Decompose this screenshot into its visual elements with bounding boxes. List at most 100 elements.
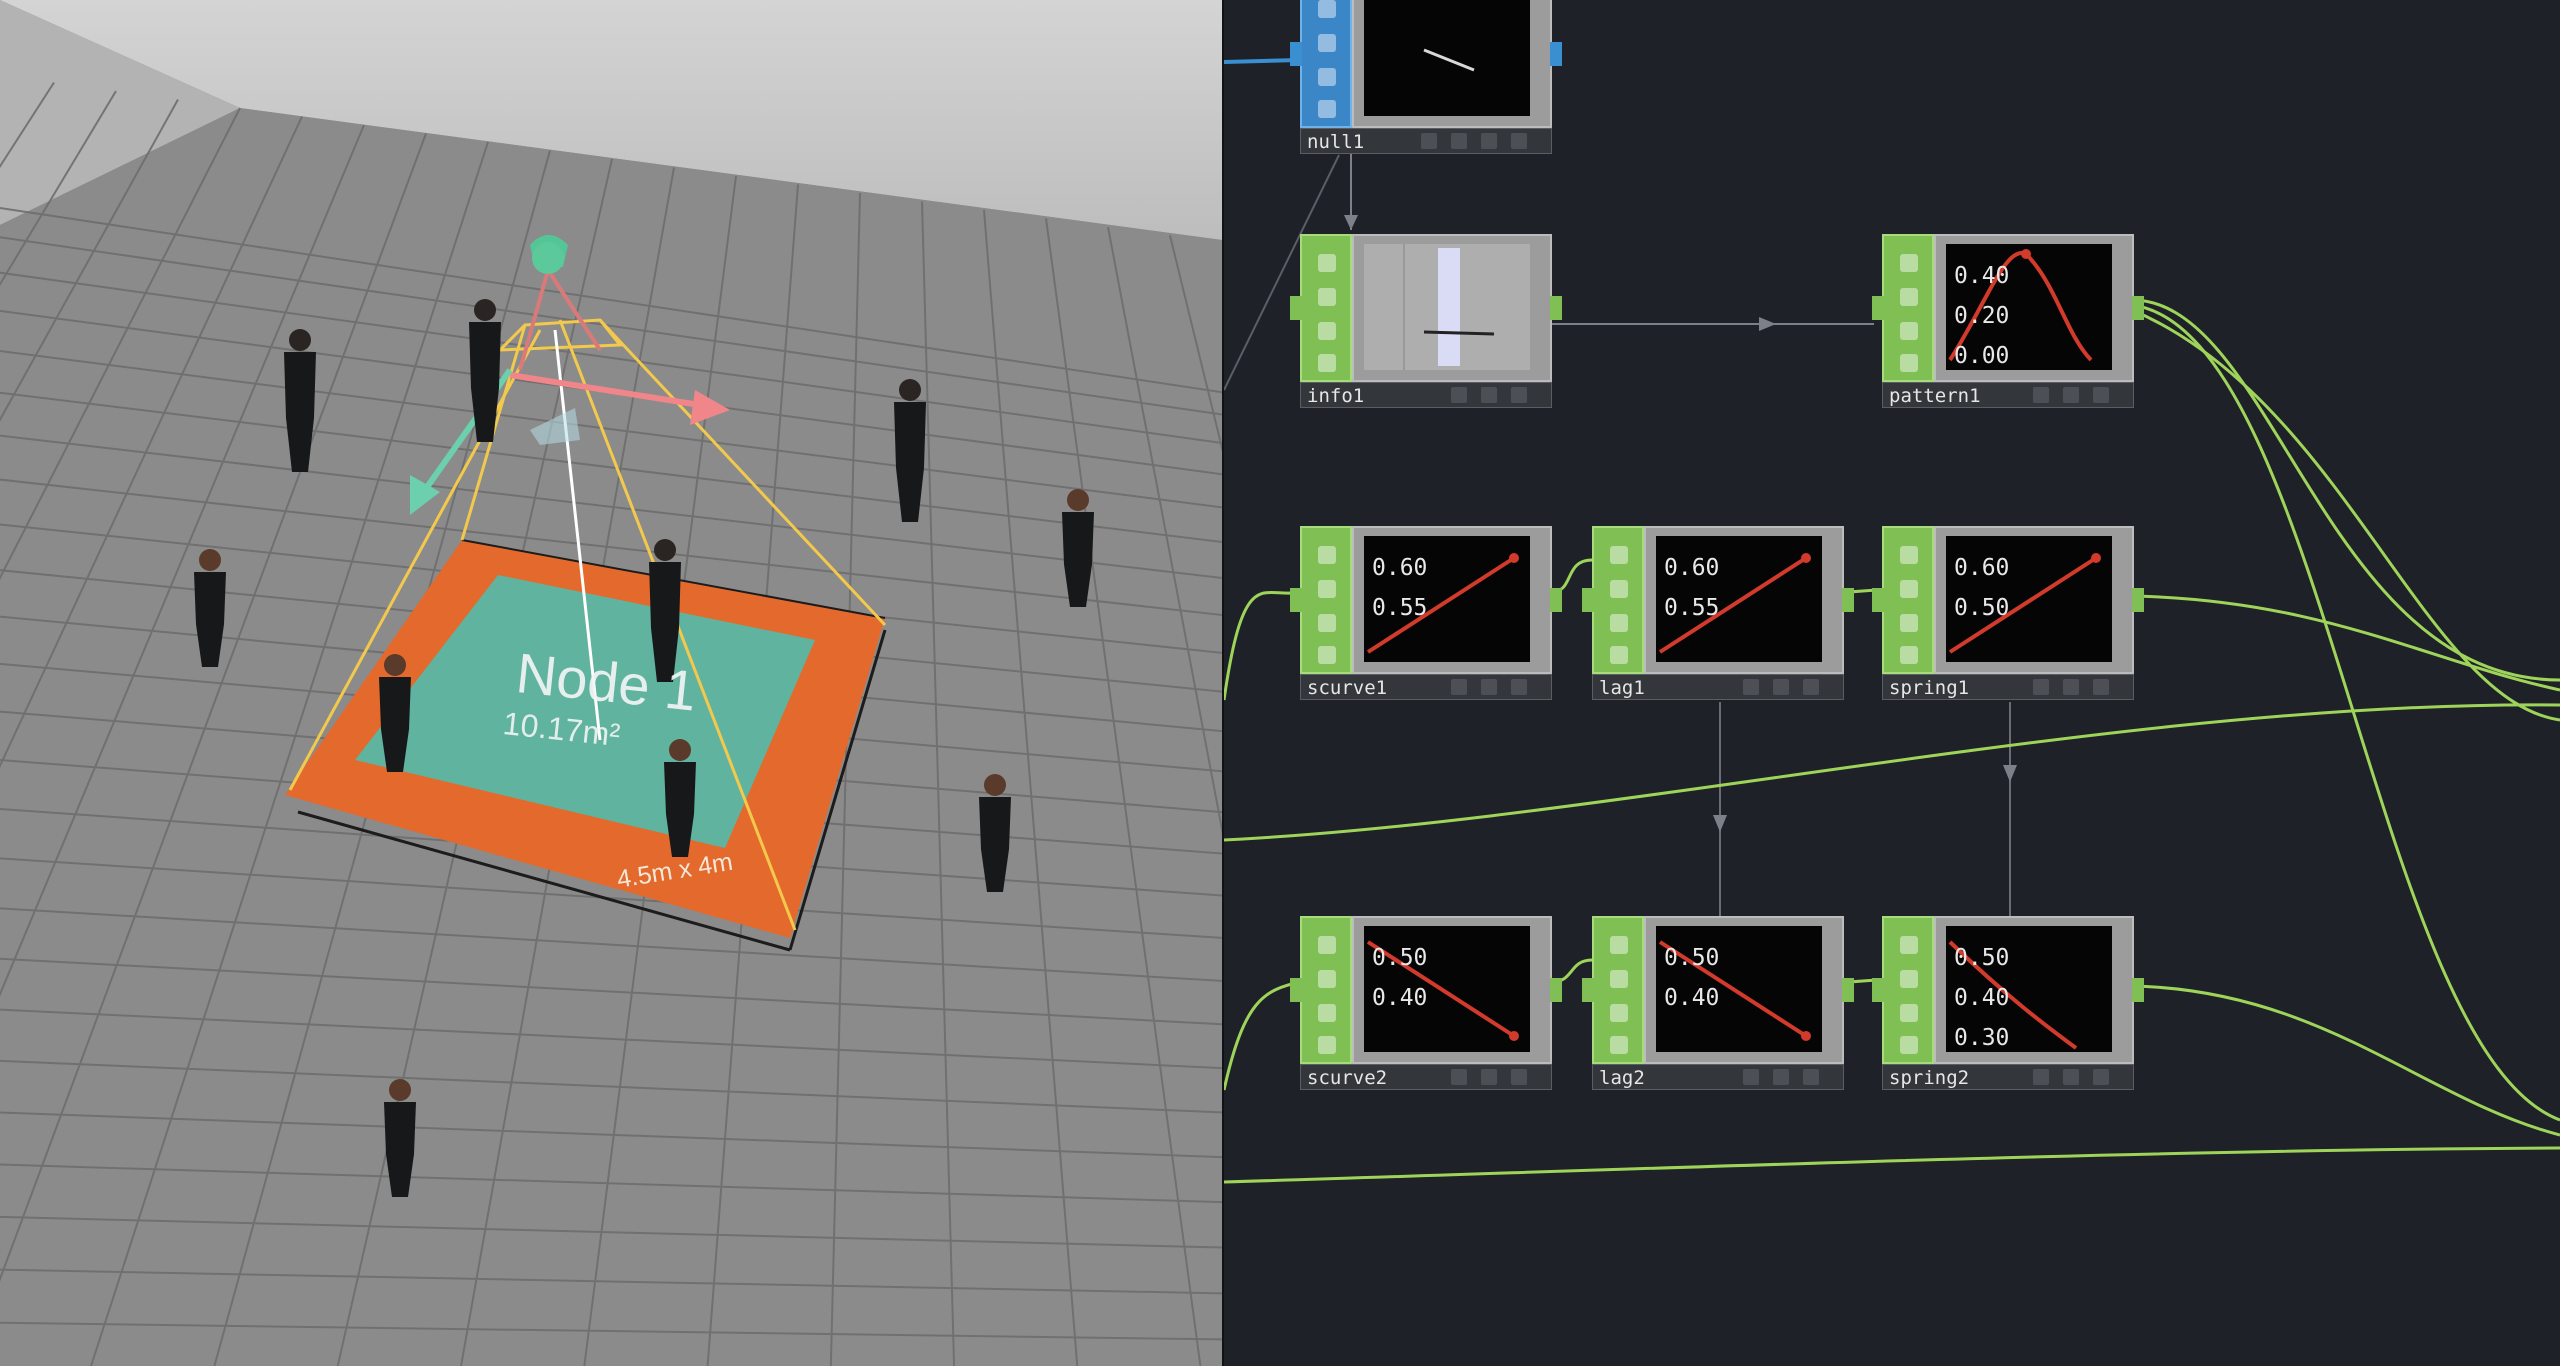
node-spring2-label[interactable]: spring2 [1889, 1067, 1969, 1089]
node-pattern1-label[interactable]: pattern1 [1889, 385, 1981, 407]
gizmo-center-icon[interactable] [532, 242, 564, 274]
node-lag2-value: 0.50 [1664, 945, 1720, 971]
node-spring1-flags[interactable] [1882, 526, 1934, 674]
wire[interactable] [2131, 308, 2560, 722]
node-info1-viewer[interactable] [1352, 234, 1552, 382]
node-lag2-viewer[interactable]: 0.50 0.40 [1644, 916, 1844, 1064]
node-scurve2[interactable]: 0.50 0.40 scurve2 [1290, 916, 1562, 1092]
node-lag1-output-connector[interactable] [1842, 588, 1854, 612]
node-scurve1-output-connector[interactable] [1550, 588, 1562, 612]
node-spring2-value: 0.50 [1954, 945, 2010, 971]
node-lag2-label[interactable]: lag2 [1599, 1067, 1645, 1089]
node-pattern1-flags[interactable] [1882, 234, 1934, 382]
node-lag2[interactable]: 0.50 0.40 lag2 [1582, 916, 1854, 1092]
node-spring1-footer: spring1 [1882, 674, 2134, 700]
node-scurve1-input-connector[interactable] [1290, 588, 1302, 612]
node-spring1-preview: 0.60 0.50 [1946, 536, 2112, 662]
scene-canvas[interactable] [0, 0, 1222, 1366]
node-null1-output-connector[interactable] [1550, 42, 1562, 66]
node-spring2[interactable]: 0.50 0.40 0.30 spring2 [1872, 916, 2144, 1092]
node-null1-label[interactable]: null1 [1307, 131, 1364, 153]
wire-arrow-icon [1713, 815, 1727, 832]
node-scurve1-viewer[interactable]: 0.60 0.55 [1352, 526, 1552, 674]
node-spring2-flags[interactable] [1882, 916, 1934, 1064]
node-lag1-flags[interactable] [1592, 526, 1644, 674]
node-spring2-input-connector[interactable] [1872, 978, 1884, 1002]
wire[interactable] [1224, 58, 1301, 64]
node-spring1[interactable]: 0.60 0.50 spring1 [1872, 526, 2144, 702]
app-root: Node 1 10.17m² 4.5m x 4m null1 info1 0.4… [0, 0, 2560, 1366]
node-lag1[interactable]: 0.60 0.55 lag1 [1582, 526, 1854, 702]
node-info1-label[interactable]: info1 [1307, 385, 1364, 407]
node-scurve1-value: 0.60 [1372, 555, 1428, 581]
node-pattern1-preview: 0.40 0.20 0.00 [1946, 244, 2112, 370]
node-lag1-label[interactable]: lag1 [1599, 677, 1645, 699]
node-info1-input-connector[interactable] [1290, 296, 1302, 320]
wire-arrow-icon [1759, 317, 1776, 331]
node-lag2-preview: 0.50 0.40 [1656, 926, 1822, 1052]
node-pattern1-footer: pattern1 [1882, 382, 2134, 408]
node-spring2-value: 0.30 [1954, 1025, 2010, 1051]
node-pattern1-value: 0.40 [1954, 263, 2010, 289]
node-spring1-label[interactable]: spring1 [1889, 677, 1969, 699]
wire[interactable] [2131, 984, 2560, 1137]
node-lag1-viewer[interactable]: 0.60 0.55 [1644, 526, 1844, 674]
node-scurve2-flags[interactable] [1300, 916, 1352, 1064]
node-pattern1-viewer[interactable]: 0.40 0.20 0.00 [1934, 234, 2134, 382]
node-pattern1-output-connector[interactable] [2132, 296, 2144, 320]
node-scurve2-value: 0.50 [1372, 945, 1428, 971]
node-scurve1-value: 0.55 [1372, 595, 1428, 621]
node-info1-footer: info1 [1300, 382, 1552, 408]
node-scurve1-preview: 0.60 0.55 [1364, 536, 1530, 662]
node-spring2-viewer[interactable]: 0.50 0.40 0.30 [1934, 916, 2134, 1064]
node-null1-input-connector[interactable] [1290, 42, 1302, 66]
node-scurve2-label[interactable]: scurve2 [1307, 1067, 1387, 1089]
node-scurve1[interactable]: 0.60 0.55 scurve1 [1290, 526, 1562, 702]
node-scurve1-label[interactable]: scurve1 [1307, 677, 1387, 699]
node-null1-viewer[interactable] [1352, 0, 1552, 128]
node-info1-output-connector[interactable] [1550, 296, 1562, 320]
node-info1[interactable]: info1 [1290, 234, 1562, 410]
wire[interactable] [1224, 590, 1301, 701]
wire-arrow-icon [1344, 215, 1358, 230]
node-lag1-value: 0.55 [1664, 595, 1720, 621]
node-scurve1-footer: scurve1 [1300, 674, 1552, 700]
node-scurve2-viewer[interactable]: 0.50 0.40 [1352, 916, 1552, 1064]
node-lag1-preview: 0.60 0.55 [1656, 536, 1822, 662]
node-pattern1-value: 0.20 [1954, 303, 2010, 329]
node-spring1-output-connector[interactable] [2132, 588, 2144, 612]
wire[interactable] [1224, 980, 1301, 1091]
node-spring1-value: 0.60 [1954, 555, 2010, 581]
node-spring1-viewer[interactable]: 0.60 0.50 [1934, 526, 2134, 674]
node-scurve2-output-connector[interactable] [1550, 978, 1562, 1002]
node-lag2-output-connector[interactable] [1842, 978, 1854, 1002]
node-pattern1[interactable]: 0.40 0.20 0.00 pattern1 [1872, 234, 2144, 410]
node-scurve2-preview: 0.50 0.40 [1364, 926, 1530, 1052]
wire[interactable] [1224, 1146, 2560, 1184]
node-spring2-value: 0.40 [1954, 985, 2010, 1011]
wire[interactable] [2131, 594, 2560, 692]
node-spring2-preview: 0.50 0.40 0.30 [1946, 926, 2112, 1052]
node-scurve2-value: 0.40 [1372, 985, 1428, 1011]
node-spring2-output-connector[interactable] [2132, 978, 2144, 1002]
node-info1-flags[interactable] [1300, 234, 1352, 382]
node-scurve2-input-connector[interactable] [1290, 978, 1302, 1002]
node-lag2-flags[interactable] [1592, 916, 1644, 1064]
network-editor[interactable]: null1 info1 0.40 0.20 0.00 pattern1 0.60… [1224, 0, 2560, 1366]
node-lag1-footer: lag1 [1592, 674, 1844, 700]
node-null1[interactable]: null1 [1290, 0, 1562, 156]
wire[interactable] [1224, 703, 2560, 842]
node-null1-footer: null1 [1300, 128, 1552, 154]
wire[interactable] [2131, 298, 2560, 682]
node-spring1-value: 0.50 [1954, 595, 2010, 621]
node-lag2-input-connector[interactable] [1582, 978, 1594, 1002]
node-pattern1-input-connector[interactable] [1872, 296, 1884, 320]
node-info1-preview [1364, 244, 1530, 370]
wire-arrow-icon [2003, 765, 2017, 782]
scene-viewport[interactable]: Node 1 10.17m² 4.5m x 4m [0, 0, 1222, 1366]
node-lag1-input-connector[interactable] [1582, 588, 1594, 612]
node-null1-flags[interactable] [1300, 0, 1352, 128]
node-scurve1-flags[interactable] [1300, 526, 1352, 674]
node-lag1-value: 0.60 [1664, 555, 1720, 581]
node-spring1-input-connector[interactable] [1872, 588, 1884, 612]
